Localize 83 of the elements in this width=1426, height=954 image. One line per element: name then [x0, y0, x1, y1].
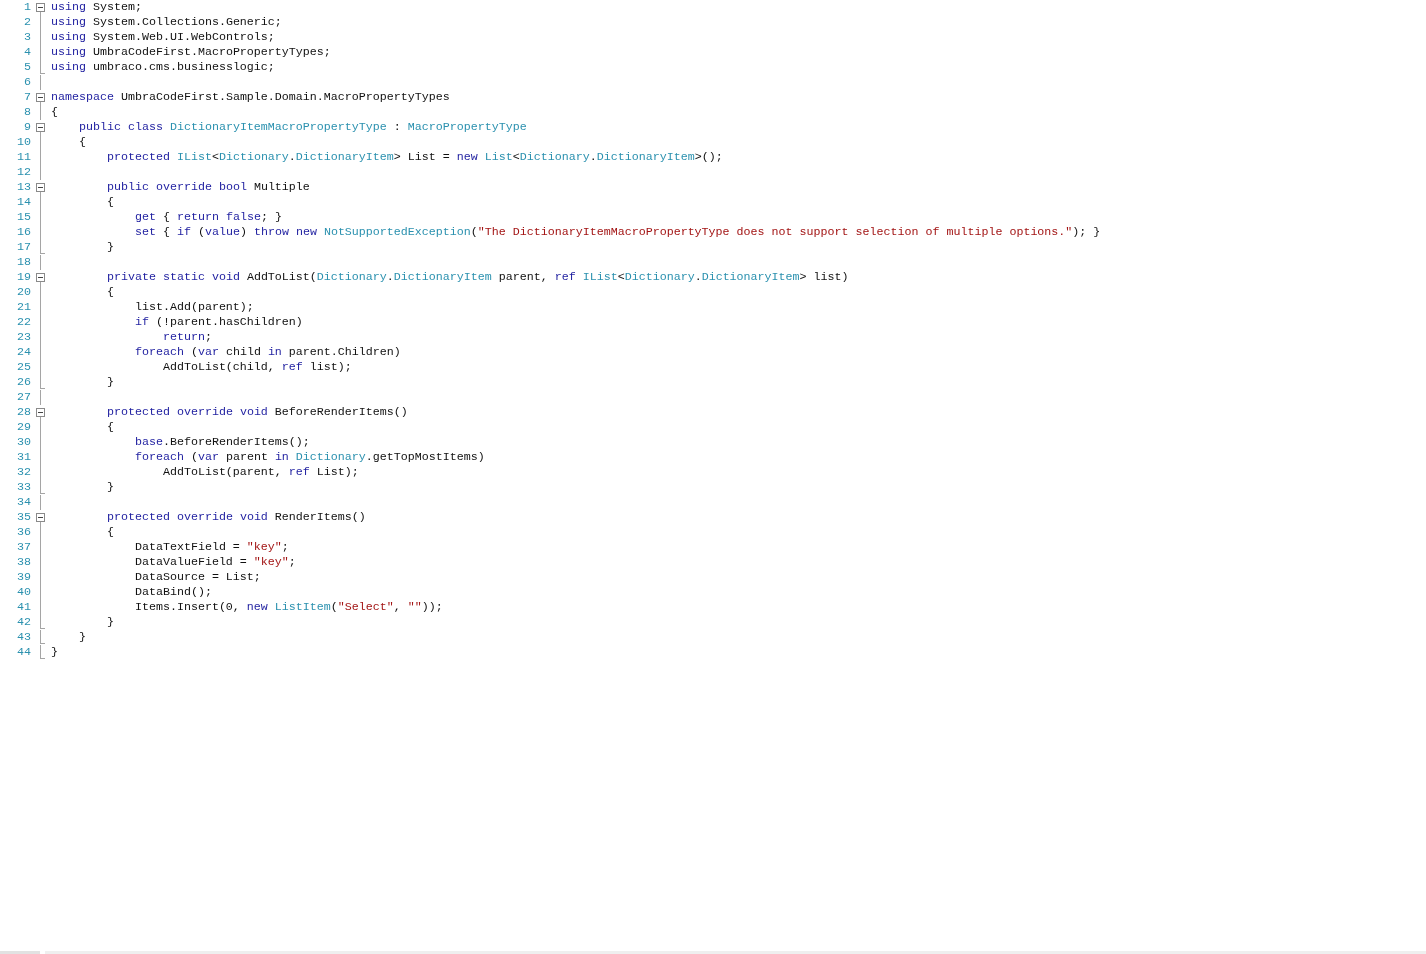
- code-line: }: [51, 645, 58, 660]
- code-line: namespace UmbraCodeFirst.Sample.Domain.MacroPropertyTypes: [51, 90, 450, 105]
- code-line: list.Add(parent);: [133, 300, 254, 315]
- line-number: 40: [16, 585, 31, 600]
- line-number: 32: [16, 465, 31, 480]
- line-number: 7: [23, 90, 31, 105]
- line-number: 25: [16, 360, 31, 375]
- code-line: {: [105, 525, 114, 540]
- line-number: 11: [16, 150, 31, 165]
- line-number: 23: [16, 330, 31, 345]
- code-line: AddToList(parent, ref List);: [161, 465, 359, 480]
- line-number: 12: [16, 165, 31, 180]
- code-line: using System;: [51, 0, 142, 15]
- code-line: {: [105, 285, 114, 300]
- line-number: 34: [16, 495, 31, 510]
- code-line: }: [77, 630, 86, 645]
- line-number: 1: [23, 0, 31, 15]
- line-number: 41: [16, 600, 31, 615]
- line-number: 37: [16, 540, 31, 555]
- code-line: using System.Collections.Generic;: [51, 15, 282, 30]
- line-number: 10: [16, 135, 31, 150]
- code-line: set { if (value) throw new NotSupportedException("The DictionaryItemMacroPropertyType does not support selection of multiple options."); }: [133, 225, 1101, 240]
- code-line: protected override void RenderItems(): [105, 510, 366, 525]
- line-number: 20: [16, 285, 31, 300]
- line-number: 6: [23, 75, 31, 90]
- line-number: 27: [16, 390, 31, 405]
- code-line: public override bool Multiple: [105, 180, 310, 195]
- code-line: {: [105, 420, 114, 435]
- code-line: }: [105, 615, 114, 630]
- line-number: 21: [16, 300, 31, 315]
- code-line: {: [77, 135, 86, 150]
- code-line: private static void AddToList(Dictionary.DictionaryItem parent, ref IList<Dictionary.DictionaryItem> list): [105, 270, 849, 285]
- line-number: 2: [23, 15, 31, 30]
- code-line: foreach (var child in parent.Children): [133, 345, 401, 360]
- code-line: DataValueField = "key";: [133, 555, 296, 570]
- line-number: 36: [16, 525, 31, 540]
- code-line: return;: [161, 330, 212, 345]
- code-line: using UmbraCodeFirst.MacroPropertyTypes;: [51, 45, 331, 60]
- line-number: 17: [16, 240, 31, 255]
- code-line: public class DictionaryItemMacroPropertyType : MacroPropertyType: [77, 120, 527, 135]
- code-line: protected override void BeforeRenderItems(): [105, 405, 408, 420]
- code-line: using System.Web.UI.WebControls;: [51, 30, 275, 45]
- code-line: foreach (var parent in Dictionary.getTopMostItems): [133, 450, 485, 465]
- line-number: 4: [23, 45, 31, 60]
- line-number: 8: [23, 105, 31, 120]
- code-line: if (!parent.hasChildren): [133, 315, 303, 330]
- line-number: 28: [16, 405, 31, 420]
- code-line: protected IList<Dictionary.DictionaryItem> List = new List<Dictionary.DictionaryItem>();: [105, 150, 723, 165]
- line-number: 33: [16, 480, 31, 495]
- line-number: 3: [23, 30, 31, 45]
- line-number: 24: [16, 345, 31, 360]
- line-number: 35: [16, 510, 31, 525]
- code-line: Items.Insert(0, new ListItem("Select", ""));: [133, 600, 443, 615]
- line-number: 19: [16, 270, 31, 285]
- line-number: 5: [23, 60, 31, 75]
- code-line: AddToList(child, ref list);: [161, 360, 352, 375]
- line-number: 18: [16, 255, 31, 270]
- code-line: {: [105, 195, 114, 210]
- code-line: }: [105, 240, 114, 255]
- line-number: 38: [16, 555, 31, 570]
- line-number: 13: [16, 180, 31, 195]
- code-line: }: [105, 375, 114, 390]
- code-line: {: [51, 105, 58, 120]
- code-line: base.BeforeRenderItems();: [133, 435, 310, 450]
- line-number: 43: [16, 630, 31, 645]
- code-line: DataSource = List;: [133, 570, 261, 585]
- line-number: 44: [16, 645, 31, 660]
- line-number: 39: [16, 570, 31, 585]
- code-line: get { return false; }: [133, 210, 282, 225]
- code-line: DataBind();: [133, 585, 212, 600]
- code-line: DataTextField = "key";: [133, 540, 289, 555]
- line-number: 31: [16, 450, 31, 465]
- line-number: 22: [16, 315, 31, 330]
- line-number: 26: [16, 375, 31, 390]
- code-line: using umbraco.cms.businesslogic;: [51, 60, 275, 75]
- line-number: 9: [23, 120, 31, 135]
- line-number: 16: [16, 225, 31, 240]
- line-number: 15: [16, 210, 31, 225]
- code-line: }: [105, 480, 114, 495]
- line-number: 14: [16, 195, 31, 210]
- line-number: 29: [16, 420, 31, 435]
- line-number: 30: [16, 435, 31, 450]
- line-number: 42: [16, 615, 31, 630]
